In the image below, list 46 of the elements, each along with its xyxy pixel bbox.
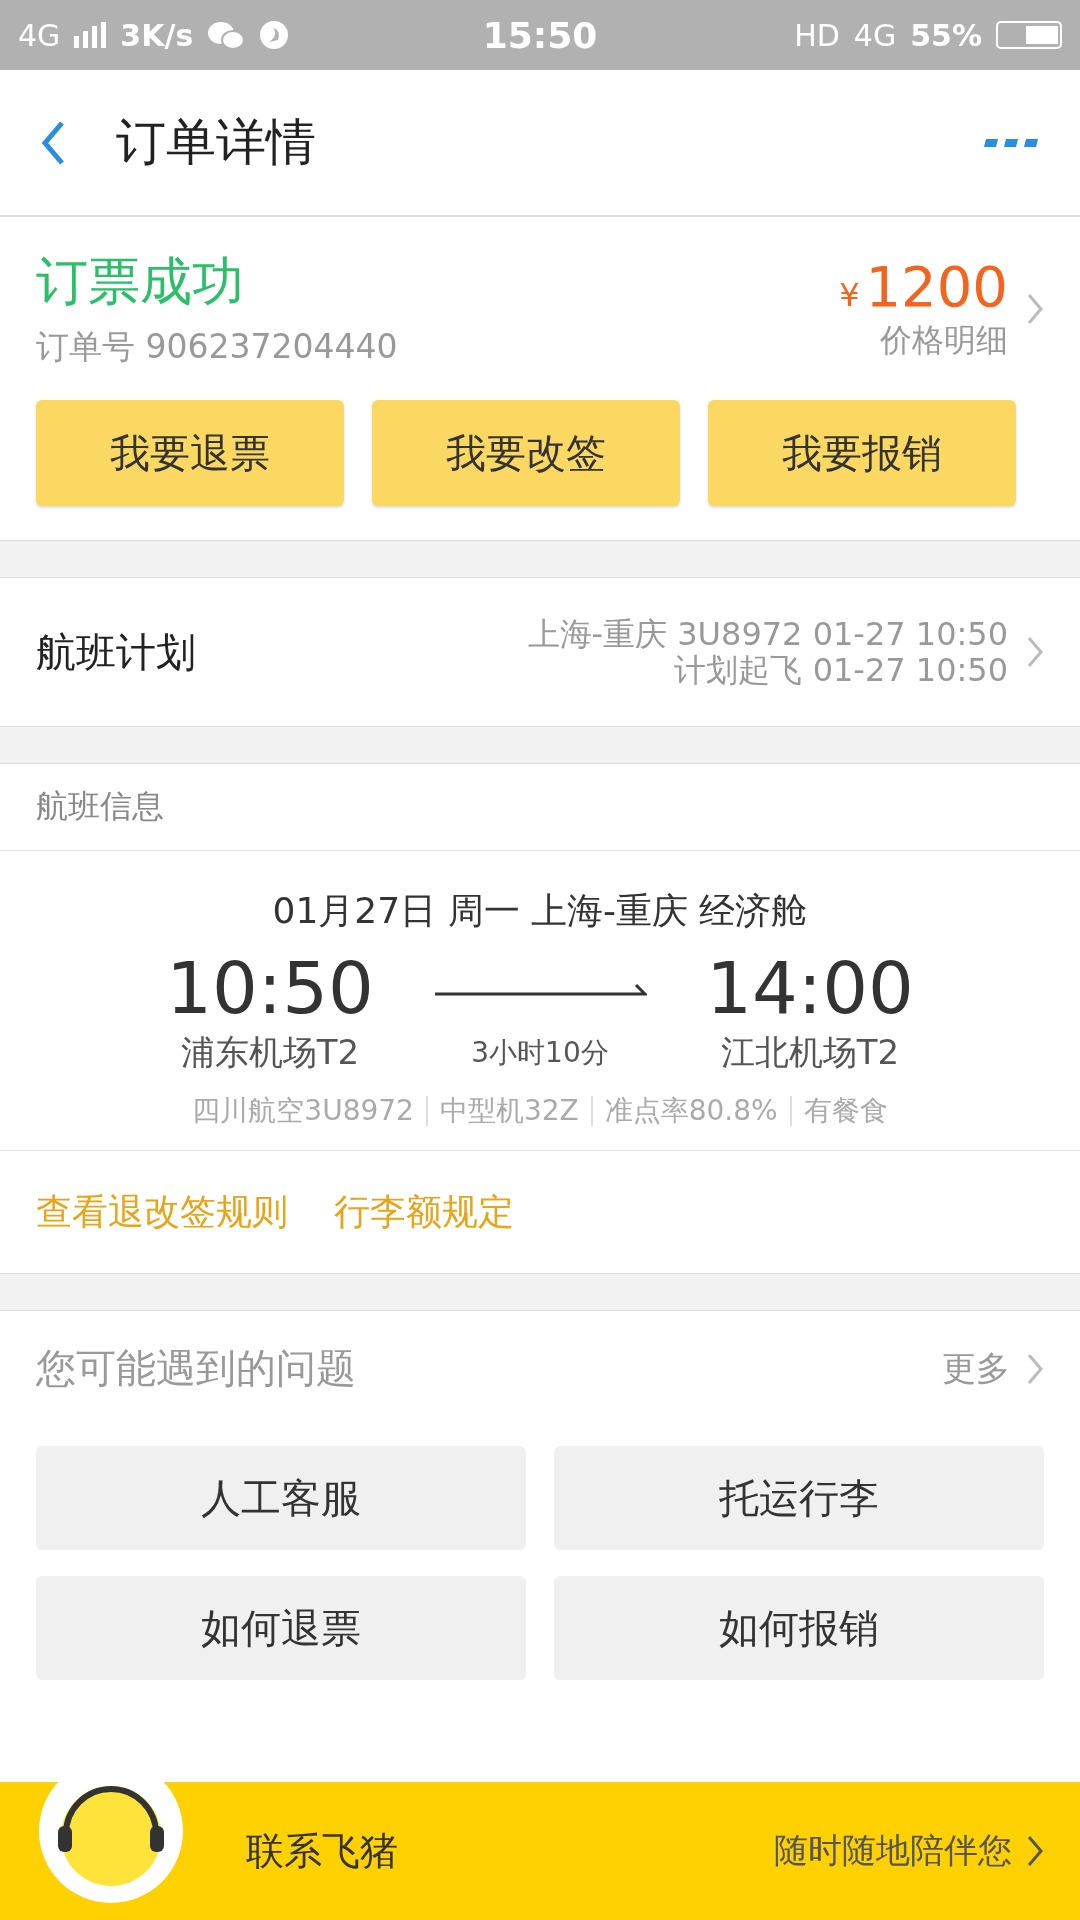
departure-time: 10:50 bbox=[166, 946, 374, 1030]
chat-bubbles-icon bbox=[207, 20, 246, 50]
contact-tagline: 随时随地陪伴您 bbox=[774, 1829, 1012, 1872]
flight-plan-row[interactable]: 航班计划 上海-重庆 3U8972 01-27 10:50 计划起飞 01-27 10:50 bbox=[0, 577, 1080, 727]
question-button[interactable]: 人工客服 bbox=[36, 1446, 526, 1550]
chevron-right-icon bbox=[1026, 1834, 1044, 1868]
flight-detail: 准点率80.8% bbox=[604, 1093, 778, 1129]
arrival-airport: 江北机场T2 bbox=[720, 1031, 900, 1074]
order-number: 订单号 906237204440 bbox=[36, 326, 398, 368]
signal-icon bbox=[74, 22, 107, 48]
flight-date-line: 01月27日 周一 上海-重庆 经济舱 bbox=[272, 889, 808, 933]
flight-plan-label: 航班计划 bbox=[36, 627, 197, 677]
network-label: 4G bbox=[853, 17, 897, 53]
question-button[interactable]: 托运行李 bbox=[554, 1446, 1044, 1550]
chevron-right-icon bbox=[1026, 291, 1044, 326]
network-label: 4G bbox=[18, 17, 61, 53]
action-button[interactable]: 我要退票 bbox=[36, 400, 344, 506]
question-button[interactable]: 如何报销 bbox=[554, 1576, 1044, 1680]
flight-plan-summary: 上海-重庆 3U8972 01-27 10:50 bbox=[527, 616, 1008, 652]
section-heading: 航班信息 bbox=[0, 763, 1080, 851]
globe-icon bbox=[259, 20, 290, 50]
clock: 15:50 bbox=[482, 14, 598, 56]
contact-label: 联系飞猪 bbox=[246, 1827, 399, 1875]
speed-label: 3K/s bbox=[120, 17, 194, 53]
action-button[interactable]: 我要改签 bbox=[372, 400, 680, 506]
hd-label: HD bbox=[794, 17, 840, 53]
question-button[interactable]: 如何退票 bbox=[36, 1576, 526, 1680]
action-button[interactable]: 我要报销 bbox=[708, 400, 1016, 506]
planned-departure: 计划起飞 01-27 10:50 bbox=[674, 652, 1008, 688]
battery-percent: 55% bbox=[910, 17, 982, 53]
price-amount: 1200 bbox=[865, 254, 1008, 319]
price-detail-label: 价格明细 bbox=[880, 320, 1008, 361]
flight-detail: 四川航空3U8972 bbox=[192, 1093, 414, 1129]
arrival-time: 14:00 bbox=[706, 946, 914, 1030]
back-icon[interactable] bbox=[40, 119, 66, 166]
chevron-right-icon bbox=[1026, 1351, 1044, 1386]
departure-airport: 浦东机场T2 bbox=[180, 1031, 360, 1074]
booking-status: 订票成功 bbox=[36, 250, 245, 313]
flight-detail: 中型机32Z bbox=[439, 1093, 579, 1129]
currency-symbol: ¥ bbox=[839, 276, 860, 314]
section-heading: 您可能遇到的问题 bbox=[36, 1344, 356, 1393]
flight-duration: 3小时10分 bbox=[471, 1035, 609, 1071]
page-title: 订单详情 bbox=[116, 112, 317, 173]
flight-detail: 有餐食 bbox=[803, 1093, 888, 1129]
chevron-right-icon bbox=[1026, 635, 1044, 669]
battery-icon bbox=[996, 21, 1062, 49]
